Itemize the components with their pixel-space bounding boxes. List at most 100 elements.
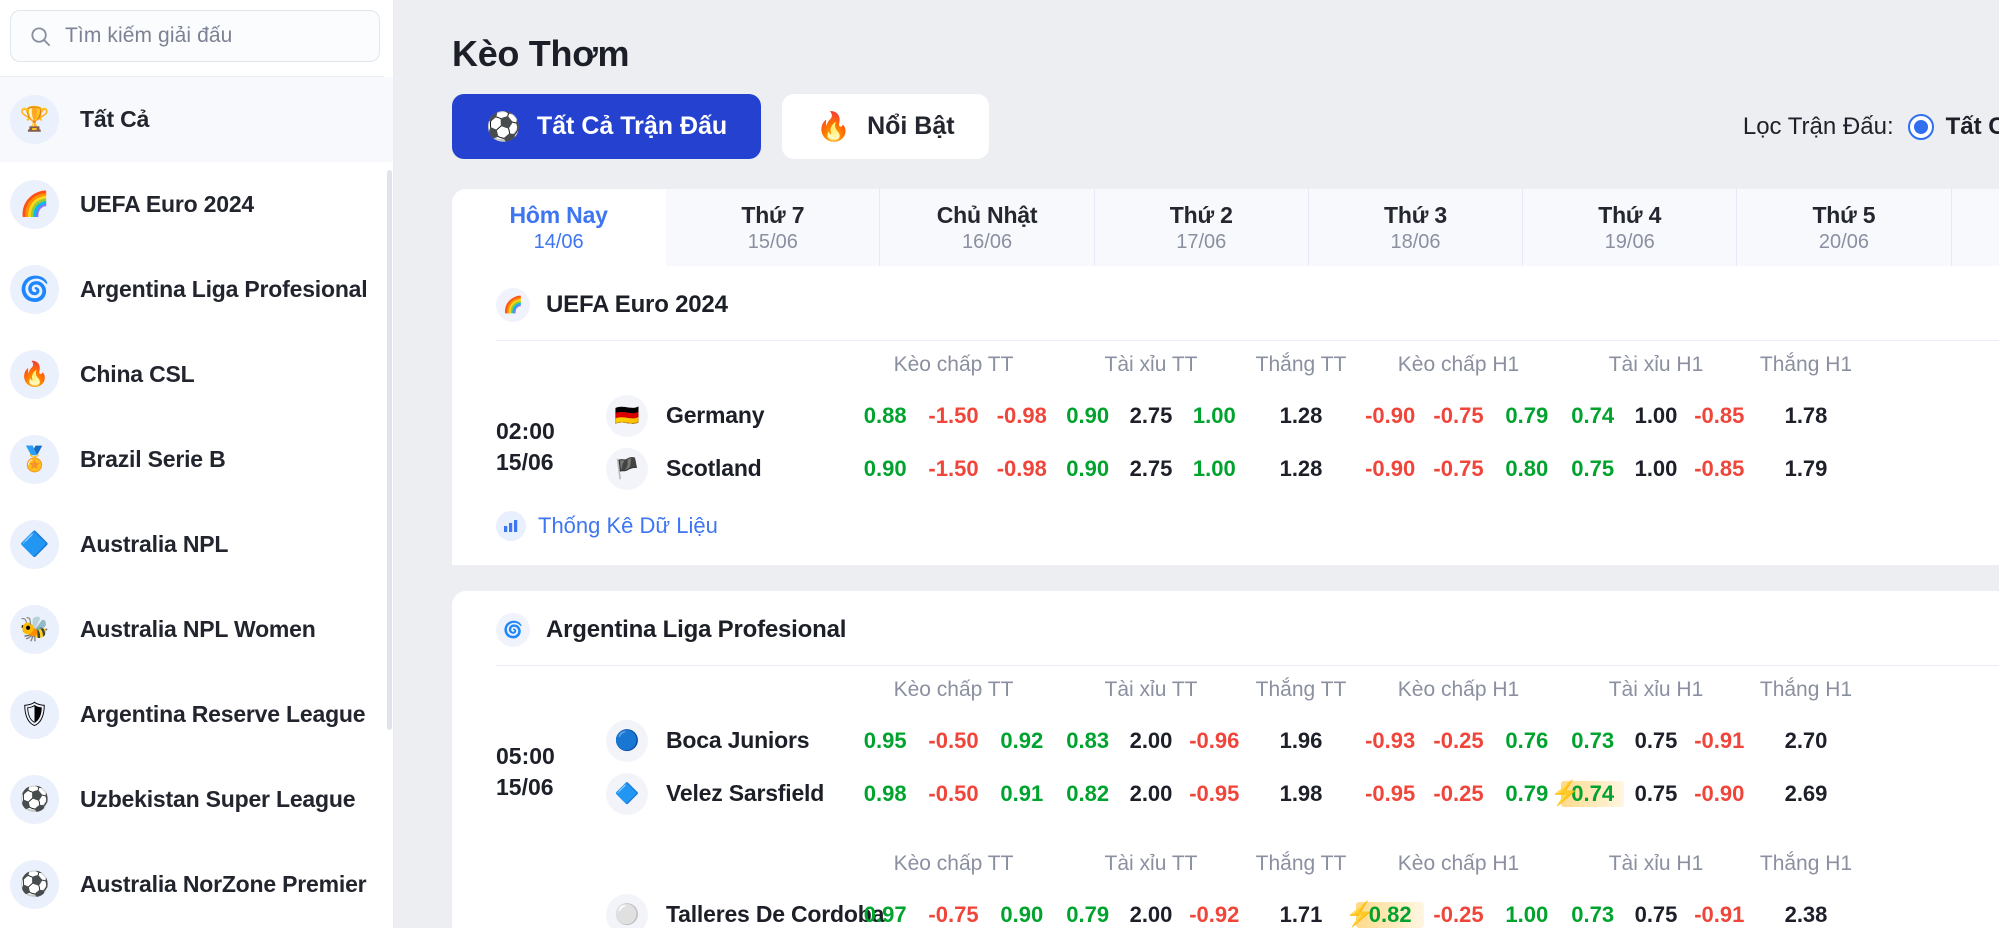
odds-cell[interactable]: -0.90 xyxy=(1688,781,1751,807)
odds-cell[interactable]: -0.98 xyxy=(988,403,1056,429)
odds-cell[interactable]: 1.28 xyxy=(1246,456,1356,482)
tab-day-1[interactable]: Thứ 7 15/06 xyxy=(666,189,881,266)
tab-day-0[interactable]: Hôm Nay 14/06 xyxy=(452,189,667,266)
sidebar-scrollbar[interactable] xyxy=(387,170,392,730)
odds-cell[interactable]: 1.78 xyxy=(1751,403,1861,429)
team-row-away[interactable]: 🏴 Scotland xyxy=(606,442,851,495)
odds-cell[interactable]: 2.75 xyxy=(1119,403,1182,429)
odds-cell[interactable]: -0.85 xyxy=(1688,403,1751,429)
odds-cell[interactable]: 0.80 xyxy=(1493,456,1561,482)
odds-cell[interactable]: -0.75 xyxy=(919,902,987,928)
odds-cell[interactable]: 2.00 xyxy=(1119,781,1182,807)
odds-cell[interactable]: 0.88 xyxy=(851,403,919,429)
sidebar-item-9[interactable]: ⚽ Australia NorZone Premier xyxy=(0,842,394,927)
odds-cell[interactable]: 0.73 xyxy=(1561,728,1624,754)
odds-cell[interactable]: -0.95 xyxy=(1356,781,1424,807)
odds-cell[interactable]: 1.00 xyxy=(1183,456,1246,482)
odds-cell[interactable]: 1.71 xyxy=(1246,902,1356,928)
odds-cell[interactable]: 0.98 xyxy=(851,781,919,807)
odds-cell[interactable]: -0.75 xyxy=(1424,403,1492,429)
sidebar-item-6[interactable]: 🐝 Australia NPL Women xyxy=(0,587,394,672)
odds-cell[interactable]: 2.70 xyxy=(1751,728,1861,754)
sidebar-item-5[interactable]: 🔷 Australia NPL xyxy=(0,502,394,587)
odds-cell[interactable]: 0.75 xyxy=(1624,781,1687,807)
odds-cell[interactable]: -0.91 xyxy=(1688,728,1751,754)
odds-cell[interactable]: 1.28 xyxy=(1246,403,1356,429)
odds-cell[interactable]: -0.50 xyxy=(919,781,987,807)
odds-cell[interactable]: -0.90 xyxy=(1356,403,1424,429)
odds-cell[interactable]: -0.96 xyxy=(1183,728,1246,754)
odds-cell[interactable]: -0.50 xyxy=(919,728,987,754)
odds-cell[interactable]: 1.98 xyxy=(1246,781,1356,807)
odds-cell[interactable]: -0.92 xyxy=(1183,902,1246,928)
odds-cell[interactable]: 0.90 xyxy=(1056,456,1119,482)
odds-cell[interactable]: 0.95 xyxy=(851,728,919,754)
odds-cell[interactable]: 0.73 xyxy=(1561,902,1624,928)
odds-cell[interactable]: -0.25 xyxy=(1424,902,1492,928)
team-row-home[interactable]: 🇩🇪 Germany xyxy=(606,389,851,442)
odds-cell[interactable]: 0.79 xyxy=(1056,902,1119,928)
odds-cell[interactable]: 1.00 xyxy=(1624,403,1687,429)
odds-cell[interactable]: 0.90 xyxy=(1056,403,1119,429)
sidebar-item-8[interactable]: ⚽ Uzbekistan Super League xyxy=(0,757,394,842)
tab-day-4[interactable]: Thứ 3 18/06 xyxy=(1309,189,1524,266)
odds-cell[interactable]: 2.75 xyxy=(1119,456,1182,482)
odds-cell[interactable]: 0.79 xyxy=(1493,403,1561,429)
featured-button[interactable]: 🔥 Nổi Bật xyxy=(782,94,989,159)
tab-day-2[interactable]: Chủ Nhật 16/06 xyxy=(880,189,1095,266)
stats-link[interactable]: Thống Kê Dữ Liệu xyxy=(452,501,1999,565)
odds-cell[interactable]: -0.91 xyxy=(1688,902,1751,928)
odds-cell[interactable]: 1.00 xyxy=(1493,902,1561,928)
sidebar-item-0[interactable]: 🏆 Tất Cả xyxy=(0,77,394,162)
odds-cell[interactable]: 2.00 xyxy=(1119,728,1182,754)
team-row-home[interactable]: ⚪ Talleres De Cordoba xyxy=(606,888,884,928)
odds-cell[interactable]: -0.95 xyxy=(1183,781,1246,807)
odds-cell[interactable]: -0.90 xyxy=(1356,456,1424,482)
odds-cell[interactable]: -0.25 xyxy=(1424,781,1492,807)
tab-day-6[interactable]: Thứ 5 20/06 xyxy=(1737,189,1952,266)
odds-cell[interactable]: 1.79 xyxy=(1751,456,1861,482)
tab-day-5[interactable]: Thứ 4 19/06 xyxy=(1523,189,1738,266)
odds-cell[interactable]: 0.97 xyxy=(851,902,919,928)
sidebar-item-3[interactable]: 🔥 China CSL xyxy=(0,332,394,417)
odds-cell[interactable]: 0.83 xyxy=(1056,728,1119,754)
odds-cell[interactable]: 0.91 xyxy=(988,781,1056,807)
odds-cell[interactable]: 0.75 xyxy=(1624,728,1687,754)
odds-cell[interactable]: -0.85 xyxy=(1688,456,1751,482)
league-group-header[interactable]: 🌈 UEFA Euro 2024 xyxy=(452,266,1999,340)
tab-day-7[interactable]: Ngày Khác xyxy=(1952,189,1999,266)
odds-cell[interactable]: 1.00 xyxy=(1183,403,1246,429)
all-matches-button[interactable]: ⚽ Tất Cả Trận Đấu xyxy=(452,94,762,159)
filter-option-all[interactable]: Tất Cả xyxy=(1907,113,1999,141)
odds-cell[interactable]: 2.00 xyxy=(1119,902,1182,928)
odds-cell[interactable]: 1.00 xyxy=(1624,456,1687,482)
odds-cell[interactable]: -1.50 xyxy=(919,456,987,482)
odds-cell[interactable]: 0.75 xyxy=(1624,902,1687,928)
odds-cell[interactable]: 2.69 xyxy=(1751,781,1861,807)
sidebar-item-4[interactable]: 🏅 Brazil Serie B xyxy=(0,417,394,502)
tab-day-3[interactable]: Thứ 2 17/06 xyxy=(1095,189,1309,266)
odds-cell[interactable]: 0.74 xyxy=(1561,403,1624,429)
sidebar-item-7[interactable]: 🛡 Argentina Reserve League xyxy=(0,672,394,757)
odds-cell[interactable]: 0.74 ⚡ xyxy=(1550,780,1625,807)
odds-cell[interactable]: 0.75 xyxy=(1561,456,1624,482)
odds-cell[interactable]: 2.38 xyxy=(1751,902,1861,928)
sidebar-item-2[interactable]: 🌀 Argentina Liga Profesional xyxy=(0,247,394,332)
odds-cell[interactable]: -0.75 xyxy=(1424,456,1492,482)
odds-cell[interactable]: 0.90 xyxy=(988,902,1056,928)
odds-cell[interactable]: -0.93 xyxy=(1356,728,1424,754)
odds-cell[interactable]: 1.96 xyxy=(1246,728,1356,754)
odds-cell[interactable]: 0.90 xyxy=(851,456,919,482)
radio-all-icon[interactable] xyxy=(1907,113,1934,140)
odds-cell[interactable]: -1.50 xyxy=(919,403,987,429)
team-row-home[interactable]: 🔵 Boca Juniors xyxy=(606,714,851,767)
sidebar-item-1[interactable]: 🌈 UEFA Euro 2024 xyxy=(0,162,394,247)
odds-cell[interactable]: 0.82 ⚡ xyxy=(1345,901,1425,928)
odds-cell[interactable]: 0.82 xyxy=(1056,781,1119,807)
odds-cell[interactable]: 0.76 xyxy=(1493,728,1561,754)
odds-cell[interactable]: -0.98 xyxy=(988,456,1056,482)
team-row-away[interactable]: 🔷 Velez Sarsfield xyxy=(606,767,851,820)
odds-cell[interactable]: -0.25 xyxy=(1424,728,1492,754)
league-group-header[interactable]: 🌀 Argentina Liga Profesional xyxy=(452,591,1999,665)
search-input[interactable]: Tìm kiếm giải đấu xyxy=(10,10,380,62)
